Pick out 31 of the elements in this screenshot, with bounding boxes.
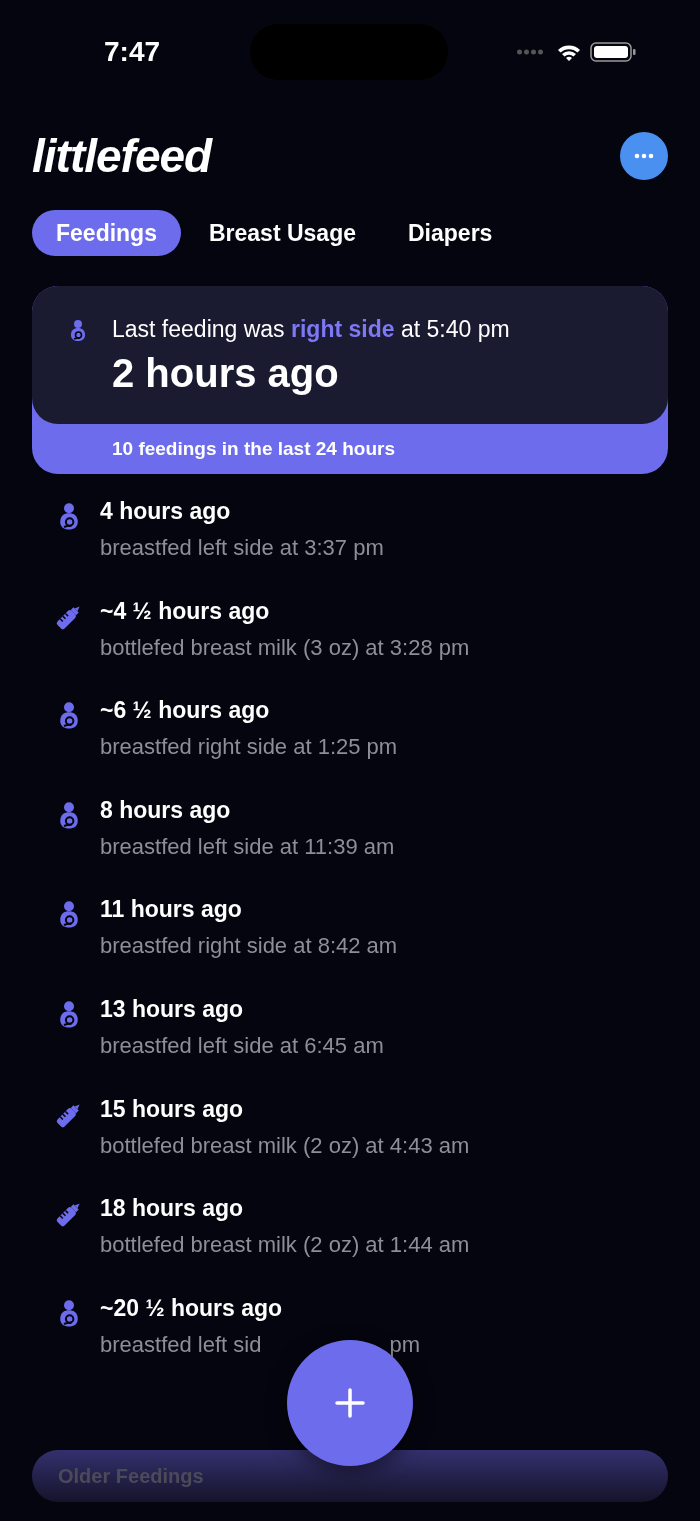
feeding-time: 4 hours ago bbox=[100, 498, 232, 525]
tab[interactable]: Breast Usage bbox=[184, 210, 380, 256]
tab[interactable]: Diapers bbox=[384, 210, 517, 256]
feeding-detail: breastfed right side at 1:25 pm bbox=[100, 734, 398, 761]
app-logo: littlefeed bbox=[32, 129, 212, 183]
tab[interactable]: Feedings bbox=[32, 210, 181, 256]
last-feeding-time: 2 hours ago bbox=[112, 351, 340, 396]
feeding-time: 13 hours ago bbox=[100, 995, 245, 1023]
feeding-time: 11 hours ago bbox=[100, 896, 243, 924]
feeding-detail: bottlefed breast milk (2 oz) at 1:44 am bbox=[100, 1232, 470, 1259]
feeding-time: 8 hours ago bbox=[100, 796, 232, 824]
more-icon bbox=[634, 153, 654, 159]
status-time: 7:47 bbox=[104, 36, 161, 68]
last-feeding-summary: Last feeding was right side at 5:40 pm bbox=[112, 316, 510, 343]
feeding-time: ~6 ½ hours ago bbox=[100, 697, 271, 725]
feeding-detail: breastfed left sid bbox=[100, 1331, 262, 1358]
feeding-detail: breastfed left side at 11:39 am bbox=[100, 833, 395, 860]
feeding-time: 18 hours ago bbox=[100, 1195, 245, 1223]
feeding-time: 15 hours ago bbox=[100, 1095, 245, 1123]
feeding-detail: pm bbox=[389, 1331, 420, 1358]
feeding-detail: bottlefed breast milk (2 oz) at 4:43 am bbox=[100, 1132, 470, 1159]
feeding-count: 10 feedings in the last 24 hours bbox=[111, 437, 396, 461]
feeding-detail: bottlefed breast milk (3 oz) at 3:28 pm bbox=[100, 634, 470, 661]
battery-icon bbox=[590, 42, 636, 62]
feeding-detail: breastfed left side at 6:45 am bbox=[100, 1032, 384, 1059]
feeding-time: ~20 ½ hours ago bbox=[100, 1294, 284, 1322]
feeding-detail: breastfed left side at 3:37 pm bbox=[100, 535, 384, 561]
more-button[interactable] bbox=[620, 132, 668, 180]
plus-icon bbox=[335, 1388, 365, 1418]
feeding-detail: breastfed right side at 8:42 am bbox=[100, 933, 398, 960]
feeding-time: ~4 ½ hours ago bbox=[100, 597, 271, 625]
